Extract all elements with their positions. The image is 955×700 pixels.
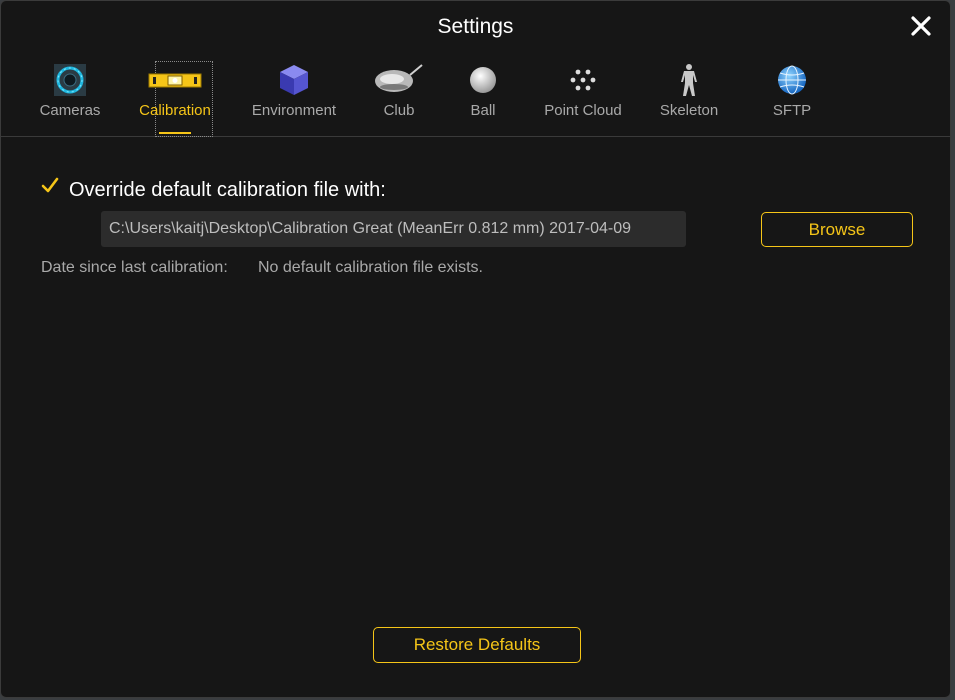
override-label: Override default calibration file with: xyxy=(69,179,386,201)
date-since-calibration-label: Date since last calibration: xyxy=(41,259,228,276)
calibration-file-path-field[interactable] xyxy=(101,211,686,247)
tab-label: Cameras xyxy=(39,102,101,119)
tab-ball[interactable]: Ball xyxy=(459,53,507,137)
golf-club-icon xyxy=(375,64,423,92)
browse-button[interactable]: Browse xyxy=(761,212,913,247)
tab-label: Point Cloud xyxy=(544,102,622,119)
restore-defaults-button[interactable]: Restore Defaults xyxy=(373,627,581,663)
tab-environment[interactable]: Environment xyxy=(244,53,344,137)
dialog-title: Settings xyxy=(437,15,514,38)
camera-ring-icon xyxy=(54,64,86,96)
cube-icon xyxy=(280,65,308,95)
golf-ball-icon xyxy=(470,67,496,93)
point-cloud-icon xyxy=(570,69,596,91)
tab-label: SFTP xyxy=(772,102,812,119)
tab-bar: Cameras Calibration Environment Club Bal… xyxy=(1,53,950,137)
tab-calibration[interactable]: Calibration xyxy=(127,53,223,137)
spirit-level-icon xyxy=(148,73,202,88)
tab-label: Calibration xyxy=(139,102,211,119)
tab-label: Skeleton xyxy=(659,102,719,119)
tab-label: Club xyxy=(383,102,415,119)
tab-club[interactable]: Club xyxy=(373,53,425,137)
globe-icon xyxy=(778,65,806,95)
tab-sftp[interactable]: SFTP xyxy=(763,53,821,137)
close-icon[interactable] xyxy=(908,13,934,39)
tab-cameras[interactable]: Cameras xyxy=(33,53,107,137)
active-tab-indicator xyxy=(159,132,191,134)
tab-skeleton[interactable]: Skeleton xyxy=(653,53,725,137)
skeleton-icon xyxy=(681,64,697,96)
tab-label: Ball xyxy=(470,102,496,119)
settings-dialog: Settings Cameras Calibration Environment… xyxy=(0,0,951,698)
override-checkbox[interactable] xyxy=(41,177,59,195)
tab-point-cloud[interactable]: Point Cloud xyxy=(537,53,629,137)
date-since-calibration-value: No default calibration file exists. xyxy=(258,259,483,276)
tab-label: Environment xyxy=(251,102,337,119)
